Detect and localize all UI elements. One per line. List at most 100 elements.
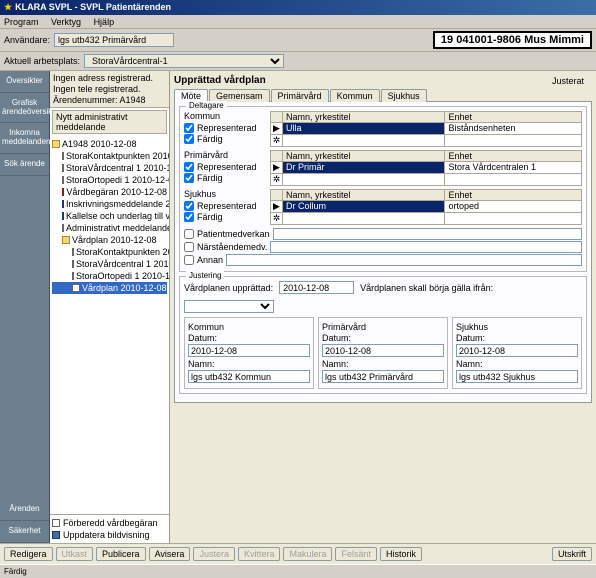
participant-unit[interactable]: ortoped xyxy=(445,201,581,212)
extra-field[interactable] xyxy=(270,241,582,253)
user-field: lgs utb432 Primärvård xyxy=(54,33,174,47)
prepared-request-link[interactable]: Förberedd vårdbegäran xyxy=(52,517,167,529)
upprattad-date[interactable] xyxy=(279,281,354,294)
doc-icon xyxy=(62,176,64,184)
just-date: 2010-12-08 xyxy=(188,344,310,357)
patient-banner: 19 041001-9806 Mus Mimmi xyxy=(433,31,592,49)
address-info: Ingen adress registrerad. Ingen tele reg… xyxy=(53,73,166,95)
status-bar: Färdig xyxy=(0,564,596,577)
doc-icon xyxy=(62,152,64,160)
tree-item[interactable]: Inskrivningsmeddelande 2010-1 xyxy=(52,198,167,210)
doc-icon xyxy=(72,248,74,256)
borja-label: Vårdplanen skall börja gälla ifrån: xyxy=(360,283,493,293)
action-bar: RedigeraUtkastPubliceraAviseraJusteraKvi… xyxy=(0,543,596,564)
publicera-button[interactable]: Publicera xyxy=(96,547,146,561)
tree-item[interactable]: StoraKontaktpunkten 2010- xyxy=(52,246,167,258)
representerad-check[interactable]: Representerad xyxy=(184,162,266,172)
just-date: 2010-12-08 xyxy=(456,344,578,357)
tree-item[interactable]: StoraVårdcentral 1 2010-12-08 xyxy=(52,162,167,174)
sidebar-item-grafisk[interactable]: Grafisk ärendeöversikt xyxy=(0,93,49,124)
user-label: Användare: xyxy=(4,35,50,45)
makulera-button: Makulera xyxy=(283,547,332,561)
fardig-check[interactable]: Färdig xyxy=(184,134,266,144)
participant-unit[interactable]: Biståndsenheten xyxy=(445,123,581,134)
menu-hjalp[interactable]: Hjälp xyxy=(94,17,115,27)
tree-item[interactable]: StoraVårdcentral 1 2010-12 xyxy=(52,258,167,270)
tree-item[interactable]: Vårdbegäran 2010-12-08 xyxy=(52,186,167,198)
borja-select[interactable] xyxy=(184,300,274,313)
app-icon: ★ xyxy=(4,0,12,15)
sidebar-item-oversikter[interactable]: Översikter xyxy=(0,71,49,93)
folder-icon xyxy=(52,140,60,148)
extra-check[interactable]: Patientmedverkan xyxy=(184,229,270,239)
new-admin-msg-button[interactable]: Nytt administrativt meddelande xyxy=(52,110,167,134)
doc-icon xyxy=(72,272,74,280)
historik-button[interactable]: Historik xyxy=(380,547,422,561)
refresh-icon xyxy=(52,531,60,539)
tree-item[interactable]: Administrativt meddelande 201 xyxy=(52,222,167,234)
just-name: lgs utb432 Primärvård xyxy=(322,370,444,383)
sidebar-item-sok[interactable]: Sök ärende xyxy=(0,154,49,176)
doc-icon xyxy=(62,164,64,172)
sidebar-item-sakerhet[interactable]: Säkerhet xyxy=(0,521,49,543)
sidebar-item-arenden[interactable]: Ärenden xyxy=(0,499,49,521)
tree-item[interactable]: StoraOrtopedi 1 2010-12-08 xyxy=(52,174,167,186)
sub-tabs: Möte Gemensam Primärvård Kommun Sjukhus xyxy=(174,88,592,102)
just-date: 2010-12-08 xyxy=(322,344,444,357)
participant-unit[interactable]: Stora Vårdcentralen 1 xyxy=(445,162,581,173)
content-area: Upprättad vårdplan Justerat Möte Gemensa… xyxy=(170,71,596,543)
menu-verktyg[interactable]: Verktyg xyxy=(51,17,81,27)
justering-legend: Justering xyxy=(186,271,224,280)
tree-item[interactable]: Vårdplan 2010-12-08 xyxy=(52,234,167,246)
print-button[interactable]: Utskrift xyxy=(552,547,592,561)
doc-icon xyxy=(52,519,60,527)
justering-group: Justering Vårdplanen upprättad: Vårdplan… xyxy=(179,276,587,394)
tree-item[interactable]: StoraKontaktpunkten 2010-12-0 xyxy=(52,150,167,162)
toolbar-row2: Aktuell arbetsplats: StoraVårdcentral-1 xyxy=(0,52,596,71)
menu-program[interactable]: Program xyxy=(4,17,39,27)
participant-name[interactable]: Dr Collum xyxy=(283,201,445,212)
participant-name[interactable]: Dr Primär xyxy=(283,162,445,173)
refresh-image-link[interactable]: Uppdatera bildvisning xyxy=(52,529,167,541)
add-row-icon[interactable]: ✲ xyxy=(271,174,283,185)
deltagare-legend: Deltagare xyxy=(186,101,227,110)
tab-kommun[interactable]: Kommun xyxy=(330,89,380,102)
doc-icon xyxy=(72,284,80,292)
just-name: lgs utb432 Sjukhus xyxy=(456,370,578,383)
blue-icon xyxy=(62,212,64,220)
add-row-icon[interactable]: ✲ xyxy=(271,213,283,224)
tab-primarvard[interactable]: Primärvård xyxy=(271,89,329,102)
red-icon xyxy=(62,188,64,196)
tree-item[interactable]: A1948 2010-12-08 xyxy=(52,138,167,150)
page-title: Upprättad vårdplan xyxy=(174,75,266,86)
extra-check[interactable]: Närståendemedv. xyxy=(184,242,267,252)
case-tree[interactable]: A1948 2010-12-08StoraKontaktpunkten 2010… xyxy=(50,136,169,514)
tree-item[interactable]: Vårdplan 2010-12-08 xyxy=(52,282,167,294)
representerad-check[interactable]: Representerad xyxy=(184,123,266,133)
representerad-check[interactable]: Representerad xyxy=(184,201,266,211)
tree-item[interactable]: StoraOrtopedi 1 2010-12-08 xyxy=(52,270,167,282)
left-nav: Översikter Grafisk ärendeöversikt Inkomn… xyxy=(0,71,50,543)
redigera-button[interactable]: Redigera xyxy=(4,547,53,561)
add-row-icon[interactable]: ✲ xyxy=(271,135,283,146)
just-name: lgs utb432 Kommun xyxy=(188,370,310,383)
extra-field[interactable] xyxy=(273,228,582,240)
title-bar: ★ KLARA SVPL - SVPL Patientärenden xyxy=(0,0,596,15)
avisera-button[interactable]: Avisera xyxy=(149,547,191,561)
workplace-select[interactable]: StoraVårdcentral-1 xyxy=(84,54,284,68)
tab-sjukhus[interactable]: Sjukhus xyxy=(381,89,427,102)
toolbar-row1: Användare: lgs utb432 Primärvård 19 0410… xyxy=(0,29,596,52)
tree-header: Ingen adress registrerad. Ingen tele reg… xyxy=(50,71,169,108)
extra-check[interactable]: Annan xyxy=(184,255,223,265)
sidebar-item-inkomna[interactable]: Inkomna meddelanden xyxy=(0,123,49,154)
menu-bar: Program Verktyg Hjälp xyxy=(0,15,596,29)
utkast-button: Utkast xyxy=(56,547,94,561)
fardig-check[interactable]: Färdig xyxy=(184,173,266,183)
kvittera-button: Kvittera xyxy=(238,547,281,561)
fardig-check[interactable]: Färdig xyxy=(184,212,266,222)
tree-panel: Ingen adress registrerad. Ingen tele reg… xyxy=(50,71,170,543)
participant-name[interactable]: Ulla xyxy=(283,123,445,134)
doc-icon xyxy=(62,224,64,232)
tree-item[interactable]: Kallelse och underlag till vårdpl xyxy=(52,210,167,222)
extra-field[interactable] xyxy=(226,254,582,266)
